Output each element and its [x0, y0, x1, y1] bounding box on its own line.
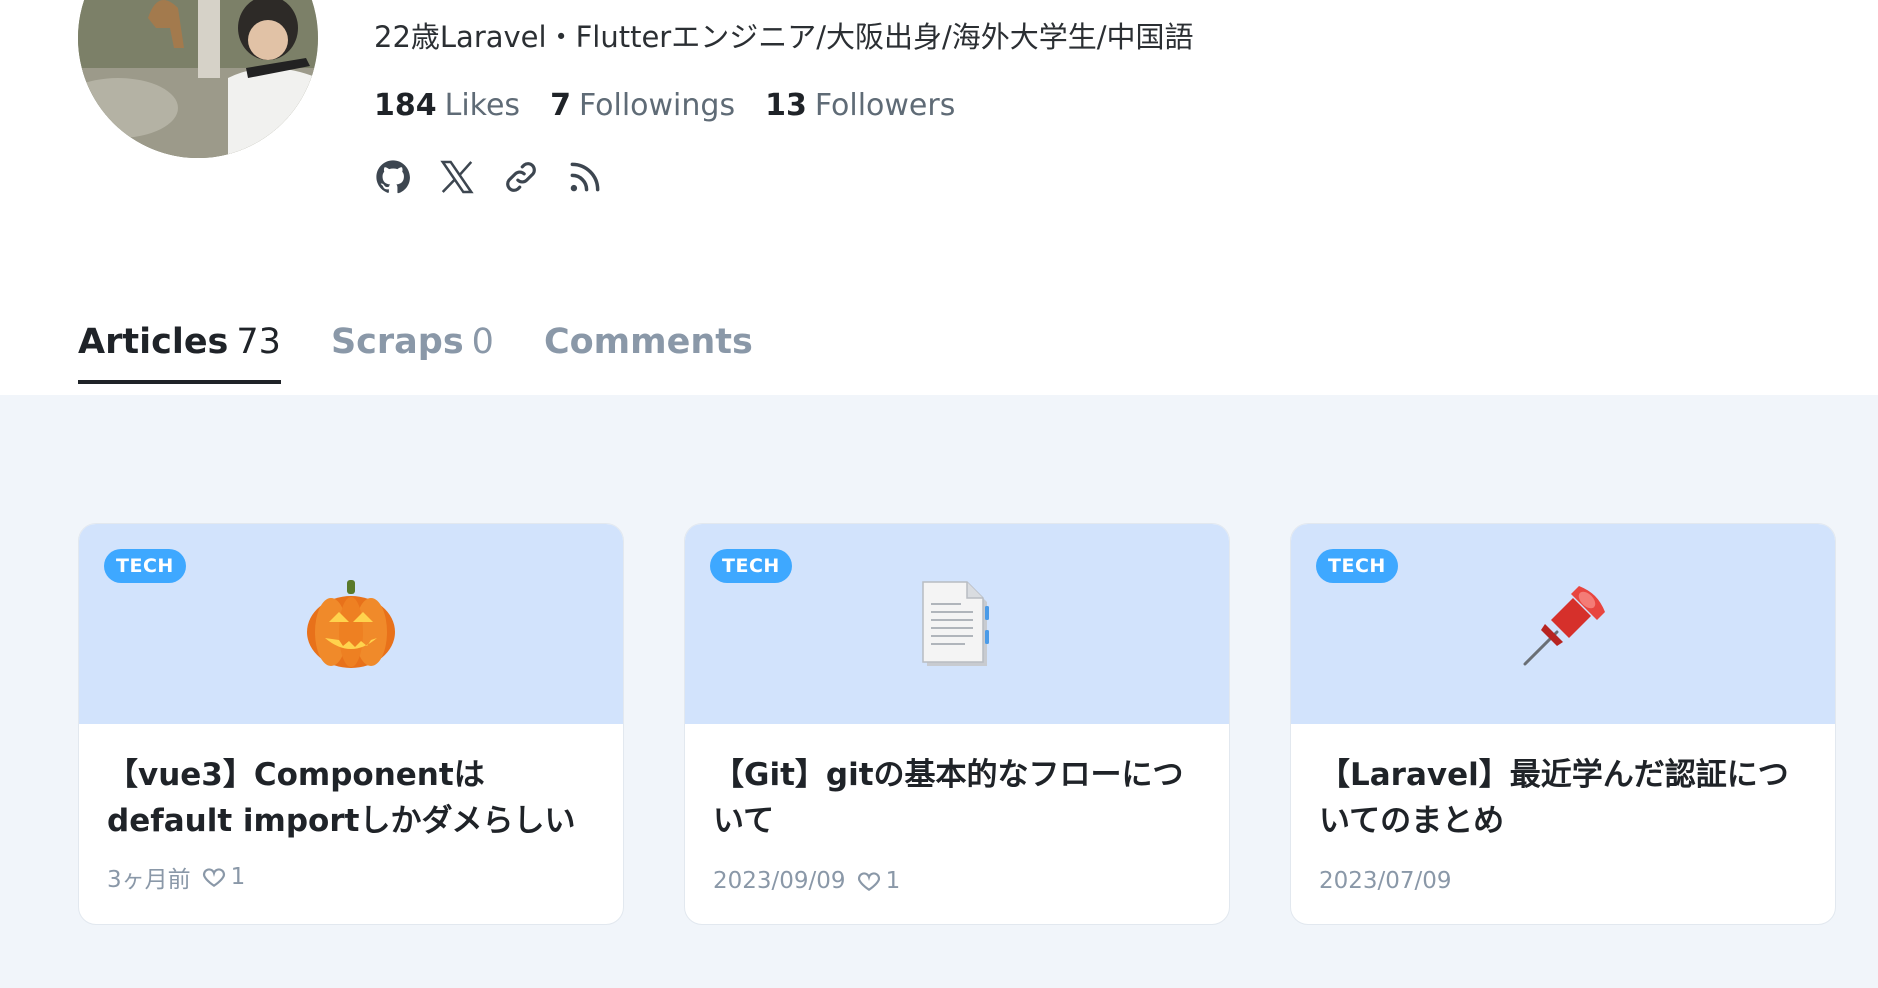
heart-icon	[201, 864, 227, 890]
article-date: 3ヶ月前	[107, 867, 191, 893]
tab-articles[interactable]: Articles 73	[78, 322, 281, 384]
article-card[interactable]: TECH 【vue3】Componentはdefault importしかダメら…	[78, 523, 624, 925]
stat-label: Followers	[814, 88, 956, 123]
like-number: 1	[885, 868, 901, 894]
user-profile-page: 22歳Laravel・Flutterエンジニア/大阪出身/海外大学生/中国語 1…	[0, 0, 1878, 988]
tab-label: Articles	[78, 322, 229, 362]
rss-icon[interactable]	[566, 158, 604, 196]
article-title: 【vue3】Componentはdefault importしかダメらしい	[107, 757, 576, 839]
stat-label: Followings	[578, 88, 736, 123]
stat-number: 184	[374, 88, 437, 123]
social-links	[374, 158, 604, 196]
profile-bio: 22歳Laravel・Flutterエンジニア/大阪出身/海外大学生/中国語	[374, 20, 1194, 54]
tab-count: 73	[236, 322, 281, 362]
like-number: 1	[230, 864, 246, 890]
heart-icon	[856, 868, 882, 894]
stat-number: 13	[765, 88, 807, 123]
article-card[interactable]: TECH 【Git】gitの基本的なフローについて 2023/09/09 1	[684, 523, 1230, 925]
tab-scraps[interactable]: Scraps 0	[331, 322, 494, 384]
article-meta: 2023/09/09 1	[713, 868, 900, 894]
tab-count: 0	[471, 322, 494, 362]
article-date: 2023/09/09	[713, 868, 846, 894]
x-icon[interactable]	[438, 158, 476, 196]
article-date: 2023/07/09	[1319, 868, 1452, 894]
stat-likes: 184 Likes	[374, 88, 520, 123]
article-meta: 2023/07/09	[1319, 868, 1452, 894]
like-count: 1	[201, 864, 246, 890]
tab-comments[interactable]: Comments	[544, 322, 753, 384]
article-title: 【Git】gitの基本的なフローについて	[713, 757, 1184, 839]
tab-label: Comments	[543, 322, 753, 362]
stat-number: 7	[550, 88, 571, 123]
tech-badge: TECH	[1316, 549, 1398, 583]
article-title: 【Laravel】最近学んだ認証についてのまとめ	[1319, 757, 1789, 839]
profile-stats: 184 Likes 7 Followings 13 Followers	[374, 88, 955, 123]
stat-followers[interactable]: 13 Followers	[765, 88, 955, 123]
article-card[interactable]: TECH 【Laravel】最近学んだ認証についてのまとめ 2023/07/09	[1290, 523, 1836, 925]
pushpin-icon	[1513, 574, 1613, 674]
card-header: TECH	[1291, 524, 1835, 724]
tech-badge: TECH	[104, 549, 186, 583]
profile-tabs: Articles 73 Scraps 0 Comments	[78, 322, 753, 384]
page-facing-up-icon	[907, 574, 1007, 674]
article-meta: 3ヶ月前 1	[107, 860, 245, 894]
link-icon[interactable]	[502, 158, 540, 196]
avatar	[78, 0, 318, 158]
tab-label: Scraps	[330, 322, 464, 362]
card-header: TECH	[685, 524, 1229, 724]
stat-followings[interactable]: 7 Followings	[550, 88, 735, 123]
profile-header: 22歳Laravel・Flutterエンジニア/大阪出身/海外大学生/中国語 1…	[0, 0, 1878, 395]
like-count: 1	[856, 868, 901, 894]
github-icon[interactable]	[374, 158, 412, 196]
jack-o-lantern-icon	[301, 574, 401, 674]
stat-label: Likes	[444, 88, 521, 123]
tech-badge: TECH	[710, 549, 792, 583]
card-header: TECH	[79, 524, 623, 724]
article-list: TECH 【vue3】Componentはdefault importしかダメら…	[0, 395, 1878, 988]
